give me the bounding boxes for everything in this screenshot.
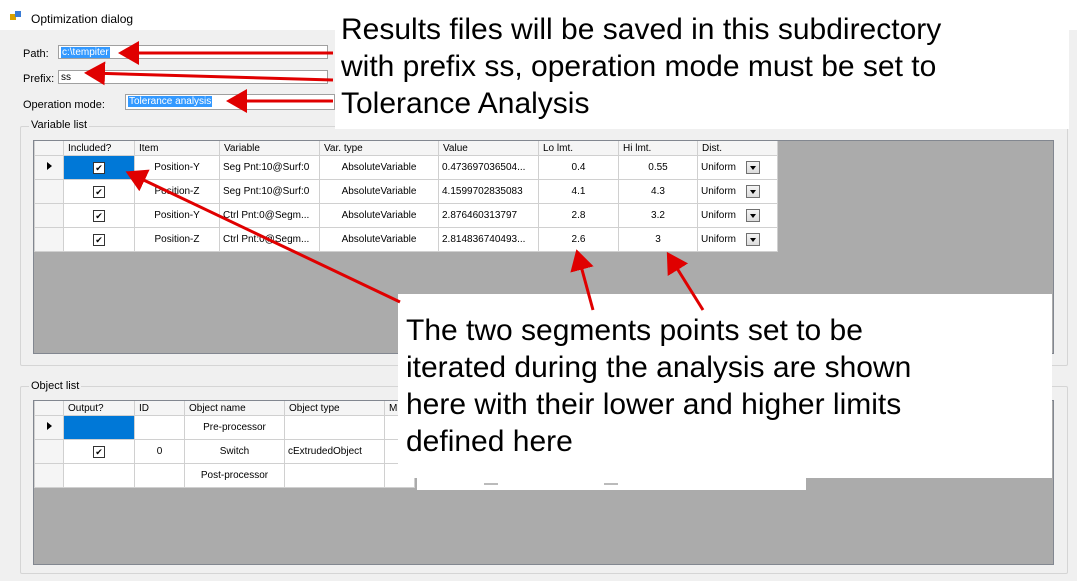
arrow-to-hi-limit	[666, 251, 705, 311]
arrow-to-prefix	[84, 61, 334, 86]
annotation-arrows	[84, 41, 705, 311]
arrow-to-included	[125, 169, 401, 304]
arrow-to-lo-limit	[570, 249, 595, 311]
